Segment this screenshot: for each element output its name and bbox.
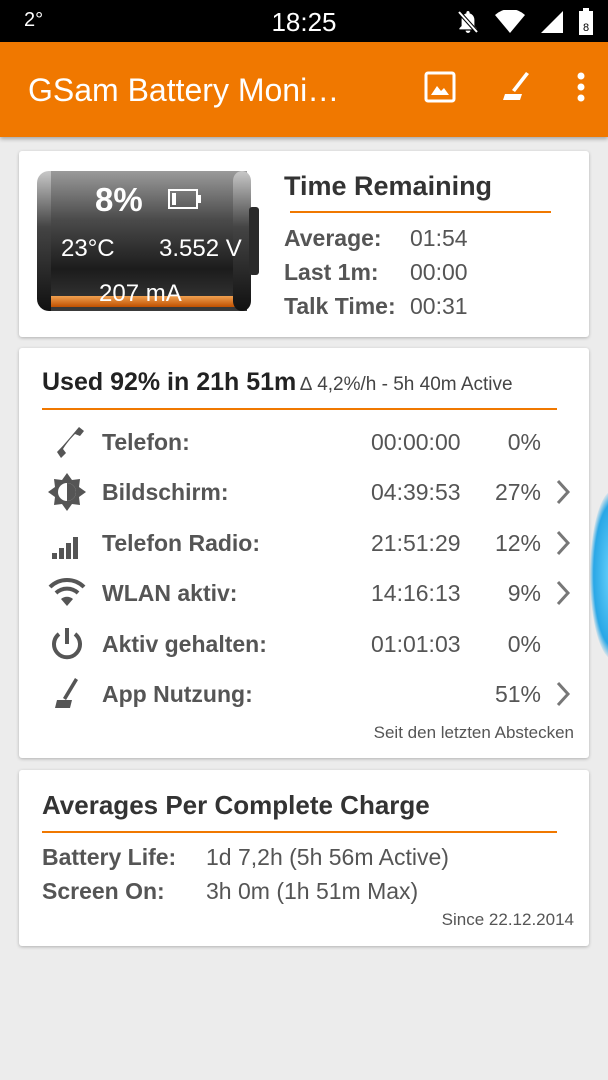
wifi-status-icon bbox=[495, 10, 525, 33]
phone-icon bbox=[57, 427, 84, 458]
battery-voltage: 3.552 V bbox=[159, 235, 242, 262]
battery-small-icon bbox=[168, 189, 201, 209]
usage-row-bildschirm[interactable]: Bildschirm: 04:39:53 27% bbox=[19, 472, 589, 512]
app-title: GSam Battery Moni… bbox=[28, 72, 340, 108]
edge-glow bbox=[590, 490, 608, 660]
battery-percent: 8% bbox=[95, 181, 143, 218]
usage-row-telefon[interactable]: Telefon: 00:00:00 0% bbox=[19, 422, 589, 462]
averages-screen-on: Screen On: 3h 0m (1h 51m Max) bbox=[42, 878, 419, 904]
usage-title: Used 92% in 21h 51m ∆ 4,2%/h - 5h 40m Act… bbox=[42, 368, 513, 396]
battery-current: 207 mA bbox=[99, 280, 182, 307]
time-remaining-title: Time Remaining bbox=[284, 171, 493, 201]
averages-title: Averages Per Complete Charge bbox=[42, 790, 430, 820]
divider bbox=[290, 211, 551, 213]
wifi-icon bbox=[48, 577, 86, 606]
brightness-icon bbox=[48, 473, 86, 511]
chevron-right-icon[interactable] bbox=[555, 478, 571, 506]
time-remaining-talk-time: Talk Time: 00:31 bbox=[284, 293, 468, 319]
averages-card: Averages Per Complete Charge Battery Lif… bbox=[19, 770, 589, 946]
battery-status-card: 8% 23°C 3.552 V 207 mA Time Remaining Av… bbox=[19, 151, 589, 337]
divider bbox=[42, 408, 557, 410]
battery-temperature: 23°C bbox=[61, 235, 115, 262]
power-icon bbox=[52, 628, 82, 660]
usage-card: Used 92% in 21h 51m ∆ 4,2%/h - 5h 40m Act… bbox=[19, 348, 589, 758]
usage-row-telefon-radio[interactable]: Telefon Radio: 21:51:29 12% bbox=[19, 523, 589, 563]
usage-row-aktiv-gehalten[interactable]: Aktiv gehalten: 01:01:03 0% bbox=[19, 624, 589, 664]
time-remaining-last-1m: Last 1m: 00:00 bbox=[284, 259, 468, 285]
overflow-menu-icon[interactable] bbox=[576, 72, 586, 102]
app-bar: GSam Battery Moni… bbox=[0, 42, 608, 137]
usage-subtitle: ∆ 4,2%/h - 5h 40m Active bbox=[300, 374, 513, 395]
cell-signal-icon bbox=[541, 11, 563, 33]
averages-battery-life: Battery Life: 1d 7,2h (5h 56m Active) bbox=[42, 844, 449, 870]
notifications-off-icon bbox=[457, 10, 479, 34]
usage-row-app-nutzung[interactable]: App Nutzung: 51% bbox=[19, 674, 589, 714]
battery-widget[interactable]: 8% 23°C 3.552 V 207 mA bbox=[37, 169, 259, 313]
averages-footnote: Since 22.12.2014 bbox=[441, 910, 574, 929]
battery-status-icon: 8 bbox=[579, 8, 593, 35]
usage-footnote: Seit den letzten Abstecken bbox=[373, 723, 574, 742]
signal-bars-icon bbox=[52, 537, 78, 559]
battery-status-level: 8 bbox=[583, 22, 589, 34]
time-remaining-average: Average: 01:54 bbox=[284, 225, 468, 251]
chevron-right-icon[interactable] bbox=[555, 529, 571, 557]
image-icon[interactable] bbox=[424, 71, 456, 103]
app-usage-icon bbox=[55, 678, 78, 708]
chevron-right-icon[interactable] bbox=[555, 680, 571, 708]
chevron-right-icon[interactable] bbox=[555, 579, 571, 607]
status-bar: 2° 18:25 8 bbox=[0, 0, 608, 42]
usage-row-wlan[interactable]: WLAN aktiv: 14:16:13 9% bbox=[19, 573, 589, 613]
divider bbox=[42, 831, 557, 833]
app-usage-icon[interactable] bbox=[500, 70, 532, 104]
